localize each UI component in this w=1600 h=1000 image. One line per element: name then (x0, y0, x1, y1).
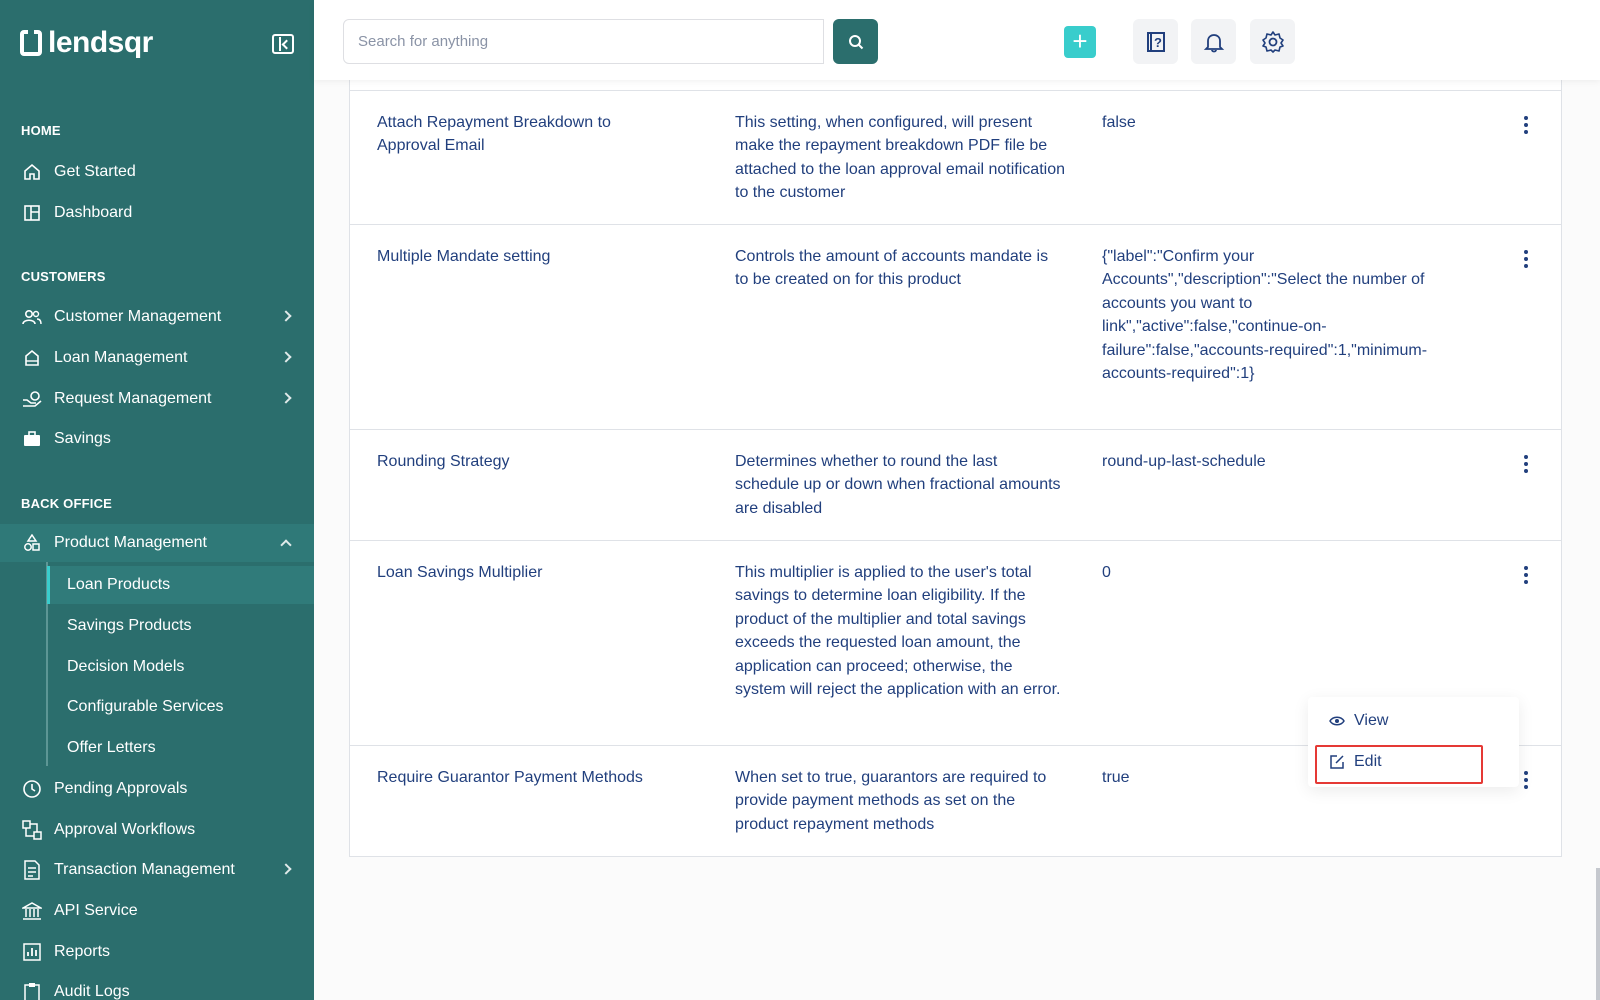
bell-icon (1203, 33, 1224, 52)
request-icon (22, 389, 42, 409)
chevron-right-icon (280, 351, 292, 363)
setting-name: Attach Repayment Breakdown to Approval E… (377, 114, 611, 155)
sidebar-item-label: Reports (54, 943, 111, 960)
section-back-office: BACK OFFICE (21, 496, 113, 511)
sidebar-item-label: Get Started (54, 163, 136, 180)
sidebar-item-product-management[interactable]: Product Management (0, 524, 314, 562)
row-actions-icon[interactable] (1523, 116, 1529, 134)
setting-name: Require Guarantor Payment Methods (377, 769, 643, 786)
loan-icon (22, 348, 42, 368)
settings-button[interactable] (1250, 19, 1295, 64)
dashboard-icon (22, 203, 42, 223)
setting-description: This setting, when configured, will pres… (735, 114, 1065, 202)
row-actions-icon[interactable] (1523, 250, 1529, 268)
sidebar-subitem-configurable-services[interactable]: Configurable Services (47, 688, 314, 726)
workflow-icon (22, 820, 42, 840)
menu-item-view[interactable]: View (1328, 707, 1388, 735)
table-row: Multiple Mandate setting Controls the am… (350, 224, 1561, 429)
chevron-right-icon (280, 863, 292, 875)
sidebar-subitem-decision-models[interactable]: Decision Models (47, 648, 314, 686)
collapse-sidebar-icon[interactable] (272, 34, 294, 54)
sidebar-item-label: Product Management (54, 534, 207, 551)
row-actions-icon[interactable] (1523, 566, 1529, 584)
setting-value: {"label":"Confirm your Accounts","descri… (1102, 248, 1428, 383)
setting-value: 0 (1102, 564, 1111, 581)
sidebar: lendsqr HOME Get Started Dashboard CUSTO… (0, 0, 314, 1000)
sidebar-item-reports[interactable]: Reports (0, 933, 314, 971)
search-icon (848, 34, 863, 49)
chevron-up-icon (280, 539, 292, 551)
svg-text:?: ? (1154, 35, 1162, 50)
sidebar-item-label: API Service (54, 902, 138, 919)
setting-description: When set to true, guarantors are require… (735, 769, 1047, 833)
table-row: Rounding Strategy Determines whether to … (350, 429, 1561, 540)
sidebar-item-savings[interactable]: Savings (0, 420, 314, 458)
chevron-right-icon (280, 310, 292, 322)
top-bar: + ? (314, 0, 1600, 80)
search-input[interactable] (343, 19, 824, 64)
sidebar-subitem-offer-letters[interactable]: Offer Letters (47, 729, 314, 767)
sidebar-item-api-service[interactable]: API Service (0, 892, 314, 930)
brand-logo[interactable]: lendsqr (20, 26, 153, 60)
sidebar-subitem-savings-products[interactable]: Savings Products (47, 607, 314, 645)
sidebar-item-label: Savings (54, 430, 111, 447)
edit-highlight-box (1315, 745, 1483, 784)
sidebar-item-loan-management[interactable]: Loan Management (0, 339, 314, 377)
sidebar-item-label: Request Management (54, 390, 212, 407)
sidebar-item-request-management[interactable]: Request Management (0, 380, 314, 418)
gear-icon (1261, 30, 1284, 53)
row-actions-icon[interactable] (1523, 771, 1529, 789)
help-book-icon: ? (1146, 31, 1165, 52)
search-button[interactable] (833, 19, 878, 64)
briefcase-icon (22, 429, 42, 449)
shapes-icon (22, 533, 42, 553)
sidebar-item-label: Approval Workflows (54, 821, 196, 838)
setting-description: Determines whether to round the last sch… (735, 453, 1061, 517)
sidebar-subitem-loan-products[interactable]: Loan Products (47, 566, 314, 604)
plus-icon: + (1072, 26, 1088, 56)
setting-value: false (1102, 114, 1136, 131)
setting-description: This multiplier is applied to the user's… (735, 564, 1061, 699)
sidebar-item-label: Audit Logs (54, 983, 130, 1000)
sidebar-item-dashboard[interactable]: Dashboard (0, 194, 314, 232)
sidebar-item-label: Dashboard (54, 204, 133, 221)
add-button[interactable]: + (1064, 26, 1096, 58)
sidebar-item-pending-approvals[interactable]: Pending Approvals (0, 770, 314, 808)
eye-icon (1328, 712, 1346, 730)
table-row: Attach Repayment Breakdown to Approval E… (350, 90, 1561, 224)
sidebar-item-label: Customer Management (54, 308, 222, 325)
sidebar-item-label: Loan Management (54, 349, 188, 366)
section-home: HOME (21, 123, 61, 138)
sidebar-item-label: Pending Approvals (54, 780, 188, 797)
scrollbar[interactable] (1596, 868, 1600, 1000)
chevron-right-icon (280, 392, 292, 404)
row-actions-icon[interactable] (1523, 455, 1529, 473)
setting-name: Multiple Mandate setting (377, 248, 551, 265)
bank-icon (22, 901, 42, 921)
logo-icon (20, 30, 42, 56)
sidebar-item-label: Transaction Management (54, 861, 235, 878)
menu-item-label: View (1354, 712, 1389, 729)
sidebar-item-get-started[interactable]: Get Started (0, 153, 314, 191)
brand-name: lendsqr (48, 26, 153, 59)
setting-description: Controls the amount of accounts mandate … (735, 248, 1049, 289)
sidebar-item-audit-logs[interactable]: Audit Logs (0, 973, 314, 1000)
setting-name: Loan Savings Multiplier (377, 564, 543, 581)
clipboard-icon (22, 982, 42, 1000)
users-icon (22, 307, 42, 327)
setting-name: Rounding Strategy (377, 453, 510, 470)
clock-icon (22, 779, 42, 799)
home-icon (22, 162, 42, 182)
notifications-button[interactable] (1191, 19, 1236, 64)
sidebar-item-transaction-management[interactable]: Transaction Management (0, 851, 314, 889)
setting-value: round-up-last-schedule (1102, 453, 1266, 470)
section-customers: CUSTOMERS (21, 269, 106, 284)
transaction-icon (22, 860, 42, 880)
report-icon (22, 942, 42, 962)
sidebar-item-approval-workflows[interactable]: Approval Workflows (0, 811, 314, 849)
help-button[interactable]: ? (1133, 19, 1178, 64)
sidebar-item-customer-management[interactable]: Customer Management (0, 298, 314, 336)
